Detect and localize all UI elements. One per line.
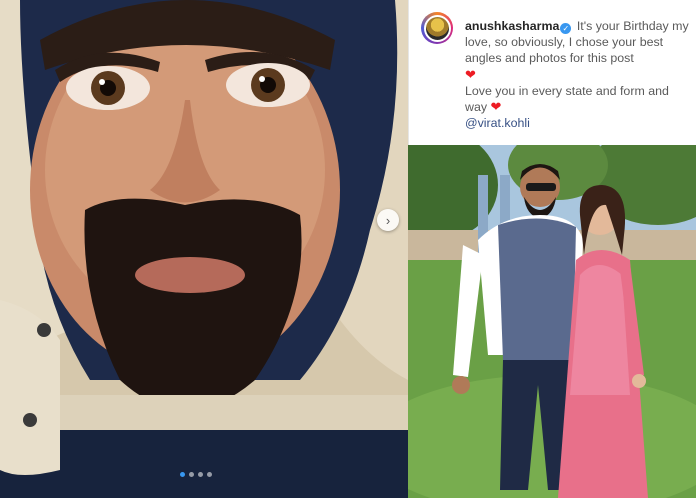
caption-panel: anushkasharma ✓ It's your Birthday my lov… [408,0,696,145]
mention-link[interactable]: @virat.kohli [465,116,530,130]
heart-icon: ❤ [465,66,476,82]
heart-icon: ❤ [490,99,502,115]
carousel-dot[interactable] [180,472,185,477]
avatar[interactable] [421,12,453,44]
couple-photo[interactable] [408,145,696,498]
verified-badge-icon: ✓ [560,23,572,34]
carousel-next-icon[interactable]: › [377,209,399,231]
caption: anushkasharma ✓ It's your Birthday my lov… [465,18,689,131]
carousel-dot[interactable] [198,472,203,477]
carousel-dots [180,472,212,477]
couple-illustration [408,145,696,498]
avatar-image [423,14,451,42]
carousel-dot[interactable] [189,472,194,477]
selfie-photo[interactable]: › [0,0,408,498]
carousel-dot[interactable] [207,472,212,477]
selfie-illustration [0,0,408,498]
username-link[interactable]: anushkasharma [465,19,559,33]
